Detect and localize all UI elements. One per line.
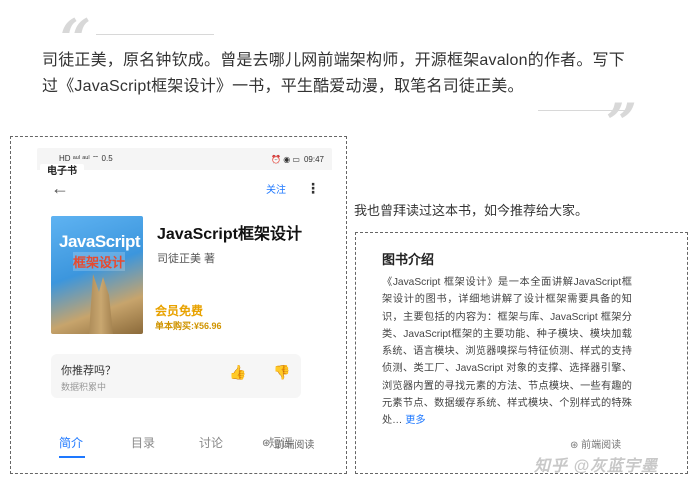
thumbs-down-icon[interactable]: 👎 bbox=[273, 364, 290, 381]
wechat-watermark-left: ⊛ 前端阅读 bbox=[262, 436, 314, 451]
status-left: HD ᵃᵘˡ ᵃᵘˡ ⌔ 0.5 bbox=[59, 154, 113, 163]
wechat-icon-right: ⊛ bbox=[570, 440, 582, 451]
tab-intro[interactable]: 简介 bbox=[59, 434, 83, 451]
zhihu-watermark: 知乎 @灰蓝宇墨 bbox=[534, 458, 659, 475]
watermark-text-left: 前端阅读 bbox=[274, 440, 315, 451]
cover-subtitle: 框架设计 bbox=[73, 252, 126, 271]
recommend-subtext: 数据积累中 bbox=[61, 382, 107, 392]
thumbs-up-icon[interactable]: 👍 bbox=[229, 364, 246, 381]
back-arrow-icon[interactable]: ← bbox=[51, 178, 69, 199]
more-options-icon[interactable]: ⋮ bbox=[306, 180, 320, 197]
book-author: 司徒正美 著 bbox=[157, 253, 216, 265]
cover-title: JavaScript bbox=[59, 232, 141, 251]
recommend-box: 你推荐吗？ 数据积累中 👍 👎 bbox=[51, 354, 301, 398]
watermark-text-right: 前端阅读 bbox=[581, 440, 622, 451]
status-icons: ⏰ ◉ ▭ bbox=[271, 154, 300, 164]
active-tab-indicator bbox=[59, 456, 85, 458]
book-intro-body: 《JavaScript 框架设计》是一本全面讲解JavaScript框架设计的图… bbox=[382, 274, 632, 430]
ebook-badge: 电子书 bbox=[40, 164, 84, 180]
book-intro-text: 《JavaScript 框架设计》是一本全面讲解JavaScript框架设计的图… bbox=[382, 277, 632, 427]
author-intro-line1: 司徒正美，原名钟钦成。曾是去哪儿网前端架构师，开源框架avalon的作者。写下 bbox=[42, 52, 625, 69]
tab-contents[interactable]: 目录 bbox=[131, 434, 155, 451]
status-time: 09:47 bbox=[303, 154, 324, 164]
author-intro: 司徒正美，原名钟钦成。曾是去哪儿网前端架构师，开源框架avalon的作者。写下 … bbox=[42, 48, 672, 100]
book-cover[interactable]: JavaScript 框架设计 bbox=[51, 216, 143, 334]
divider-top bbox=[96, 34, 214, 35]
close-quote-mark: ” bbox=[606, 91, 638, 155]
wechat-icon: ⊛ bbox=[262, 438, 271, 449]
tab-discussion[interactable]: 讨论 bbox=[199, 434, 223, 451]
book-intro-title: 图书介绍 bbox=[382, 252, 435, 267]
cover-tower-illustration bbox=[89, 274, 113, 334]
book-header: JavaScript 框架设计 JavaScript框架设计 司徒正美 著 会员… bbox=[37, 206, 332, 334]
recommend-sentence: 我也曾拜读过这本书，如今推荐给大家。 bbox=[354, 203, 589, 218]
status-right: ⏰ ◉ ▭ 09:47 bbox=[271, 155, 324, 164]
follow-button[interactable]: 关注 bbox=[266, 181, 286, 196]
wechat-watermark-right: ⊛ 前端阅读 bbox=[570, 436, 621, 451]
price-label: 单本购买:¥56.96 bbox=[155, 321, 222, 331]
phone-screenshot: HD ᵃᵘˡ ᵃᵘˡ ⌔ 0.5 ⏰ ◉ ▭ 09:47 ← 关注 ⋮ Java… bbox=[37, 148, 332, 466]
author-intro-line2: 过《JavaScript框架设计》一书，平生酷爱动漫，取笔名司徒正美。 bbox=[42, 78, 524, 95]
vip-free-label: 会员免费 bbox=[155, 304, 204, 318]
recommend-question: 你推荐吗？ bbox=[61, 365, 116, 377]
more-link[interactable]: 更多 bbox=[405, 415, 425, 426]
book-title: JavaScript框架设计 bbox=[157, 226, 302, 243]
